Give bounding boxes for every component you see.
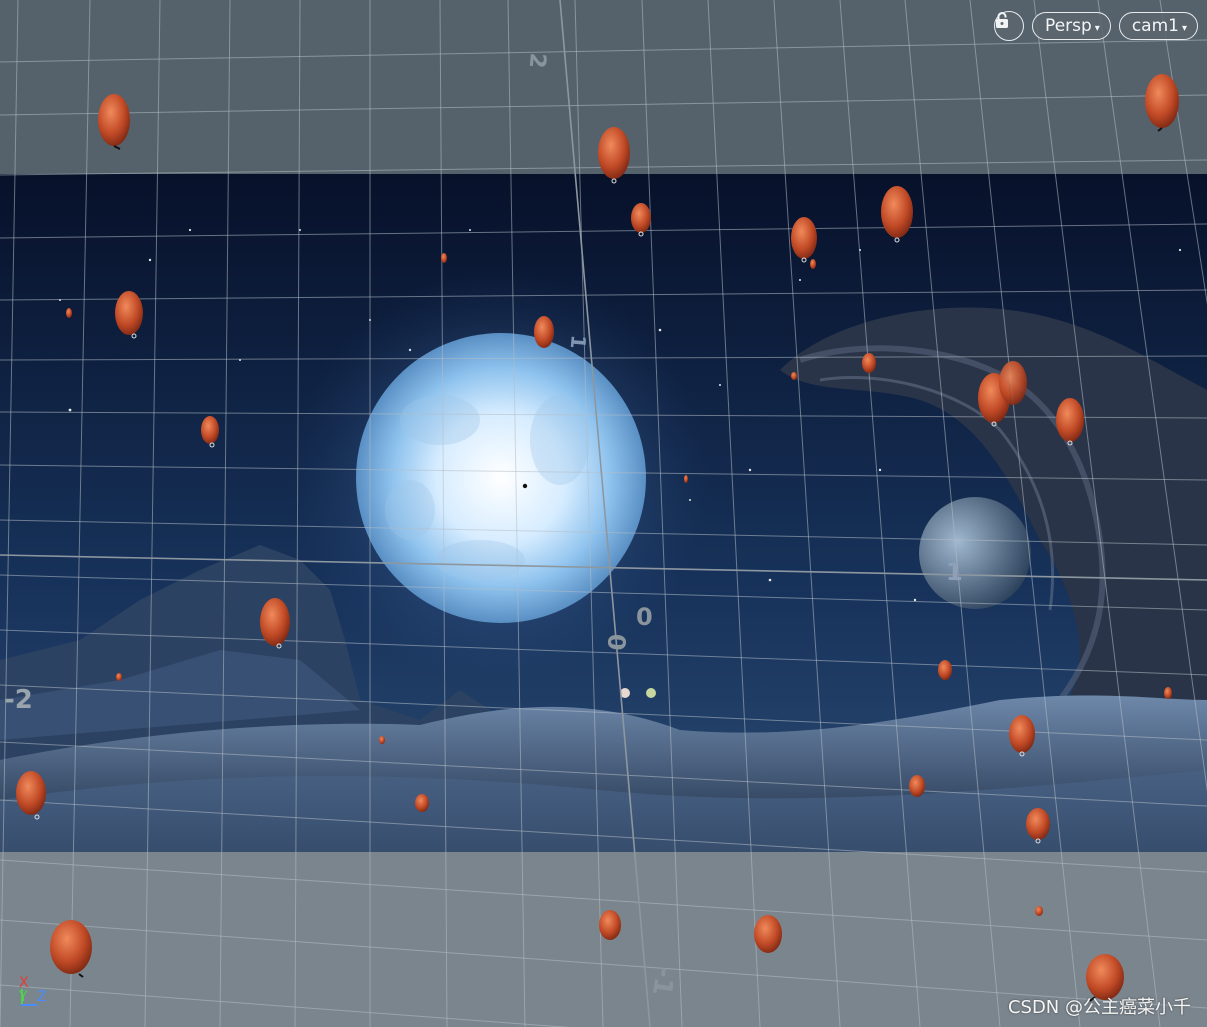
camera-mode-label: Persp — [1045, 16, 1092, 36]
lantern — [791, 372, 797, 380]
3d-viewport[interactable]: 2 0 0 -2 1 -1 1 Persp ▾ cam1 ▾ X Y Z CSD… — [0, 0, 1207, 1027]
lantern — [862, 353, 876, 373]
grid-label-left: -2 — [4, 685, 33, 715]
axis-gizmo: X Y Z — [17, 975, 57, 1009]
lantern — [684, 475, 688, 483]
axis-z-line — [21, 1004, 37, 1006]
lantern — [1164, 687, 1172, 699]
lantern — [534, 316, 554, 348]
origin-point — [522, 483, 528, 489]
lantern — [999, 361, 1027, 405]
grid-label-moon: 1 — [946, 558, 963, 586]
grid-label-bottom: -1 — [646, 965, 680, 998]
lantern — [909, 775, 925, 797]
lantern — [415, 794, 429, 812]
lantern — [1035, 906, 1043, 916]
character-b — [646, 688, 656, 698]
lantern — [116, 673, 122, 681]
watermark: CSDN @公主癌菜小千 — [1007, 997, 1191, 1018]
caret-down-icon: ▾ — [1094, 22, 1100, 34]
lantern — [66, 308, 72, 318]
caret-down-icon: ▾ — [1181, 22, 1187, 34]
axis-y-line — [21, 989, 23, 1005]
lantern — [754, 915, 782, 953]
lantern — [599, 910, 621, 940]
camera-select-dropdown[interactable]: cam1 ▾ — [1118, 12, 1198, 40]
scene-canvas: 2 0 0 -2 1 -1 1 — [0, 0, 1207, 1027]
lantern — [441, 253, 447, 263]
grid-label-center-b: 0 — [602, 633, 631, 652]
lock-camera-button[interactable] — [994, 11, 1025, 41]
lantern — [810, 259, 816, 269]
lantern — [938, 660, 952, 680]
grid-label-right: 1 — [566, 334, 591, 350]
grid-label-center-a: 0 — [636, 603, 653, 631]
camera-mode-dropdown[interactable]: Persp ▾ — [1032, 12, 1111, 40]
planet — [919, 497, 1031, 609]
camera-name-label: cam1 — [1131, 16, 1179, 36]
lock-icon — [996, 12, 1009, 28]
camera-toolbar: Persp ▾ cam1 ▾ — [994, 11, 1198, 41]
axis-z-label: Z — [37, 989, 47, 1005]
grid-label-top: 2 — [524, 52, 550, 69]
lantern — [379, 736, 385, 744]
